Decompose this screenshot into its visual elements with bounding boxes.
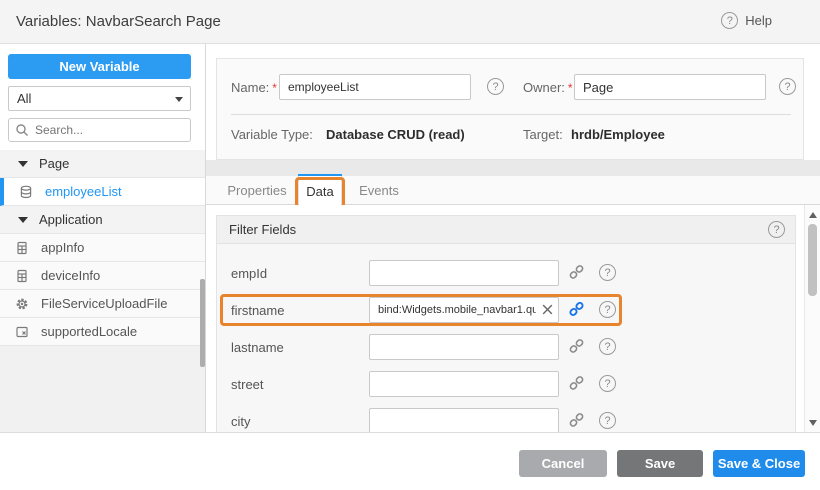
filter-row-label: lastname bbox=[231, 340, 284, 355]
gear-icon bbox=[15, 297, 29, 311]
name-input[interactable] bbox=[279, 74, 471, 100]
page-title: Variables: NavbarSearch Page bbox=[16, 13, 221, 30]
bind-link-icon[interactable] bbox=[569, 413, 584, 433]
help-label: Help bbox=[745, 13, 772, 28]
tree-item-label: supportedLocale bbox=[41, 324, 137, 339]
tab-properties[interactable]: Properties bbox=[224, 176, 290, 205]
variable-type-value: Database CRUD (read) bbox=[326, 127, 465, 142]
search-wrap bbox=[8, 118, 191, 142]
lastname-input[interactable] bbox=[369, 334, 559, 360]
app-grid-icon bbox=[15, 241, 29, 255]
tree-item-fileserviceuploadfile[interactable]: FileServiceUploadFile bbox=[0, 290, 205, 318]
tree-group-label: Page bbox=[39, 156, 69, 171]
variable-filter-select[interactable]: All bbox=[8, 86, 191, 111]
filter-row-label: empId bbox=[231, 266, 267, 281]
scroll-up-icon[interactable] bbox=[809, 212, 817, 218]
field-help-icon[interactable]: ? bbox=[599, 301, 616, 318]
dialog-header: Variables: NavbarSearch Page ? Help bbox=[0, 0, 820, 44]
tree-group-label: Application bbox=[39, 212, 103, 227]
target-value: hrdb/Employee bbox=[571, 127, 665, 142]
owner-label: Owner:* bbox=[523, 80, 573, 95]
bind-link-icon[interactable] bbox=[569, 265, 584, 285]
locale-icon bbox=[15, 325, 29, 339]
field-help-icon[interactable]: ? bbox=[599, 264, 616, 281]
street-input[interactable] bbox=[369, 371, 559, 397]
help-icon: ? bbox=[721, 12, 738, 29]
content-scrollbar[interactable] bbox=[804, 205, 820, 432]
name-owner-row: Name:* ? Owner:* Page ? bbox=[231, 74, 791, 100]
owner-select-wrap: Page bbox=[574, 74, 766, 100]
tree-item-label: deviceInfo bbox=[41, 268, 100, 283]
filter-row-label: street bbox=[231, 377, 264, 392]
variables-sidebar: New Variable All Page bbox=[0, 44, 205, 432]
filter-row-empid: empId ? bbox=[217, 260, 797, 286]
filter-fields-title: Filter Fields bbox=[229, 222, 296, 237]
city-input[interactable] bbox=[369, 408, 559, 434]
variables-dialog: Variables: NavbarSearch Page ? Help New … bbox=[0, 0, 820, 490]
firstname-input[interactable] bbox=[369, 297, 559, 323]
clear-icon[interactable] bbox=[541, 303, 554, 321]
variable-type-label: Variable Type: bbox=[231, 127, 313, 142]
tree-item-employeelist[interactable]: employeeList bbox=[0, 178, 205, 206]
filter-fields-panel: Filter Fields ? empId ? firstname bbox=[216, 215, 796, 432]
filter-row-city: city ? bbox=[217, 408, 797, 434]
filter-fields-header: Filter Fields ? bbox=[217, 216, 795, 244]
help-button[interactable]: ? Help bbox=[721, 12, 772, 29]
tab-data[interactable]: Data bbox=[298, 176, 342, 206]
tree-item-label: appInfo bbox=[41, 240, 84, 255]
tab-bar: Properties Data Events bbox=[206, 176, 820, 205]
tree-item-supportedlocale[interactable]: supportedLocale bbox=[0, 318, 205, 346]
required-asterisk: * bbox=[568, 81, 573, 95]
bind-link-icon-bound[interactable] bbox=[569, 302, 584, 322]
owner-help-icon[interactable]: ? bbox=[779, 78, 796, 95]
search-icon bbox=[15, 123, 29, 142]
tab-events[interactable]: Events bbox=[350, 176, 408, 205]
filter-fields-help-icon[interactable]: ? bbox=[768, 221, 785, 238]
filter-row-label: firstname bbox=[231, 303, 284, 318]
filter-row-firstname: firstname ? bbox=[217, 297, 797, 323]
data-tab-content: Filter Fields ? empId ? firstname bbox=[206, 205, 820, 432]
variable-filter-select-wrap: All bbox=[8, 86, 191, 111]
filter-row-label: city bbox=[231, 414, 251, 429]
cancel-button[interactable]: Cancel bbox=[519, 450, 607, 477]
tree-item-deviceinfo[interactable]: deviceInfo bbox=[0, 262, 205, 290]
expand-triangle-icon bbox=[18, 217, 28, 223]
dialog-footer: Cancel Save Save & Close bbox=[0, 432, 820, 490]
database-icon bbox=[19, 185, 33, 199]
filter-row-lastname: lastname ? bbox=[217, 334, 797, 360]
filter-row-street: street ? bbox=[217, 371, 797, 397]
expand-triangle-icon bbox=[18, 161, 28, 167]
scrollbar-thumb[interactable] bbox=[808, 224, 817, 296]
variables-tree: Page employeeList Application appInfo bbox=[0, 150, 205, 346]
bind-link-icon[interactable] bbox=[569, 376, 584, 396]
tree-group-application[interactable]: Application bbox=[0, 206, 205, 234]
tree-group-page[interactable]: Page bbox=[0, 150, 205, 178]
search-input[interactable] bbox=[8, 118, 191, 142]
required-asterisk: * bbox=[272, 81, 277, 95]
panel-divider bbox=[231, 114, 791, 115]
field-help-icon[interactable]: ? bbox=[599, 375, 616, 392]
tree-item-label: employeeList bbox=[45, 184, 122, 199]
variable-detail-pane: Name:* ? Owner:* Page ? Variable Type: bbox=[206, 44, 820, 432]
field-help-icon[interactable]: ? bbox=[599, 338, 616, 355]
save-and-close-button[interactable]: Save & Close bbox=[713, 450, 805, 477]
target-label: Target: bbox=[523, 127, 563, 142]
name-label: Name:* bbox=[231, 80, 277, 95]
field-help-icon[interactable]: ? bbox=[599, 412, 616, 429]
new-variable-button[interactable]: New Variable bbox=[8, 54, 191, 79]
app-grid-icon bbox=[15, 269, 29, 283]
save-button[interactable]: Save bbox=[617, 450, 703, 477]
empid-input[interactable] bbox=[369, 260, 559, 286]
variable-summary-panel: Name:* ? Owner:* Page ? Variable Type: bbox=[216, 58, 804, 160]
tree-item-appinfo[interactable]: appInfo bbox=[0, 234, 205, 262]
owner-select[interactable]: Page bbox=[574, 74, 766, 100]
bind-link-icon[interactable] bbox=[569, 339, 584, 359]
sidebar-controls: New Variable All bbox=[0, 44, 205, 150]
tree-item-label: FileServiceUploadFile bbox=[41, 296, 167, 311]
scroll-down-icon[interactable] bbox=[809, 420, 817, 426]
name-help-icon[interactable]: ? bbox=[487, 78, 504, 95]
